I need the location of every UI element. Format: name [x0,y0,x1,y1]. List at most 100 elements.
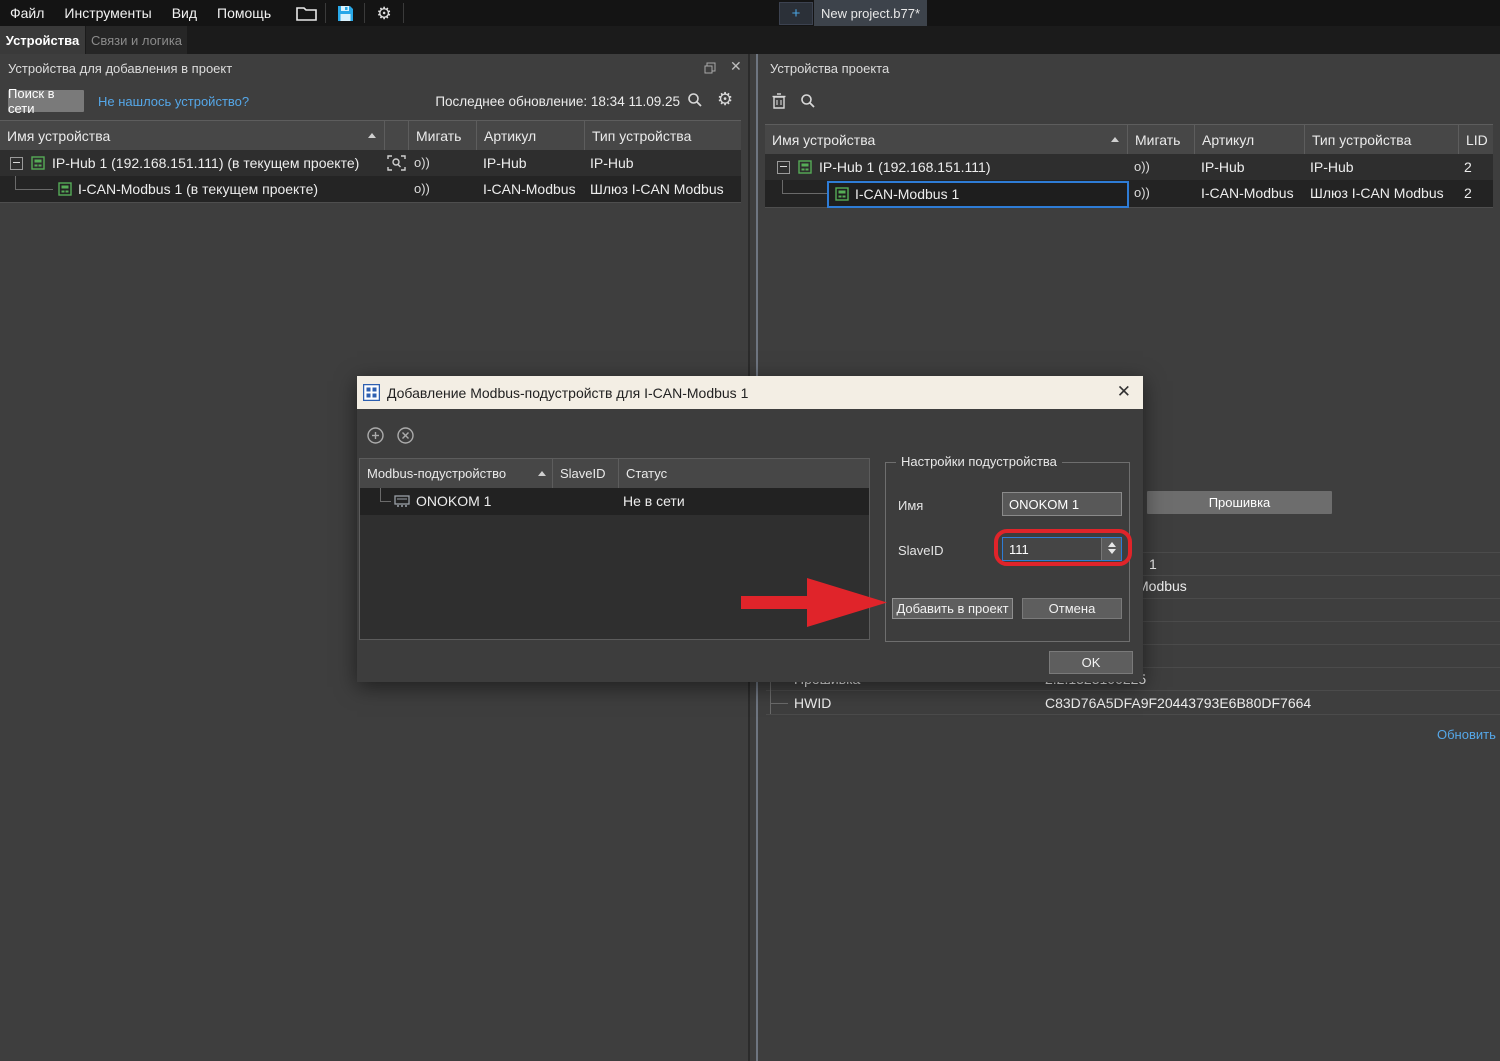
subdevice-table: Modbus-подустройство SlaveID Статус ONOK… [359,458,870,640]
article-label: IP-Hub [483,155,527,171]
group-title: Настройки подустройства [896,454,1062,469]
lid-label: 2 [1464,185,1472,201]
menubar-separator [403,3,404,23]
ok-button[interactable]: OK [1049,651,1133,674]
slaveid-spinner[interactable] [1101,537,1122,561]
property-value: C83D76A5DFA9F20443793E6B80DF7664 [1045,695,1311,711]
save-button[interactable] [328,0,362,26]
subdevice-icon [394,495,410,508]
column-header-status[interactable]: Статус [619,459,869,488]
device-name-label: I-CAN-Modbus 1 (в текущем проекте) [78,181,318,197]
column-header-article[interactable]: Артикул [1195,125,1305,155]
tab-links-logic[interactable]: Связи и логика [86,26,187,54]
tab-devices[interactable]: Устройства [0,26,85,54]
table-row[interactable]: I-CAN-Modbus 1 (в текущем проекте) o)) I… [0,176,741,203]
menu-help[interactable]: Помощь [207,0,281,26]
tree-guide [380,501,391,502]
subdevice-settings-group: Настройки подустройства Имя SlaveID Доба… [885,462,1130,642]
firmware-button[interactable]: Прошивка [1147,491,1332,514]
column-header-type[interactable]: Тип устройства [585,121,741,151]
dialog-app-icon [363,384,380,401]
column-header-blink[interactable]: Мигать [1128,125,1195,155]
menubar: Файл Инструменты Вид Помощь ⚙ [0,0,1500,26]
close-panel-icon[interactable]: ✕ [730,58,742,75]
subdevice-name-label: ONOKOM 1 [416,493,491,509]
folder-icon [296,6,317,21]
lid-label: 2 [1464,159,1472,175]
left-panel-title: Устройства для добавления в проект [8,61,232,76]
blink-icon[interactable]: o)) [414,155,430,170]
menu-view[interactable]: Вид [162,0,207,26]
delete-device-icon[interactable] [772,93,786,109]
sort-ascending-icon [538,471,546,476]
column-header-blink[interactable]: Мигать [409,121,477,151]
table-row[interactable]: IP-Hub 1 (192.168.151.111) o)) IP-Hub IP… [765,154,1493,180]
gear-icon: ⚙ [377,5,392,22]
tree-guide [782,180,783,193]
new-project-tab-button[interactable]: + [779,2,813,25]
right-panel-title: Устройства проекта [770,61,889,76]
column-header-type[interactable]: Тип устройства [1305,125,1459,155]
column-header-lid[interactable]: LID [1459,125,1493,155]
right-table-header: Имя устройства Мигать Артикул Тип устрой… [765,124,1493,156]
column-header-blank[interactable] [385,121,409,151]
subdevice-table-header: Modbus-подустройство SlaveID Статус [360,459,869,489]
article-label: I-CAN-Modbus [1201,185,1294,201]
subdevice-status-label: Не в сети [623,493,685,509]
tree-guide [15,176,16,189]
dialog-close-icon[interactable]: ✕ [1117,382,1131,402]
sort-ascending-icon [1111,137,1119,142]
column-header-modbus-subdevice[interactable]: Modbus-подустройство [360,459,553,488]
left-table-header: Имя устройства Мигать Артикул Тип устрой… [0,120,741,152]
device-icon [835,187,849,201]
tree-guide [770,703,788,704]
blink-icon[interactable]: o)) [1134,159,1150,174]
dialog-titlebar[interactable]: Добавление Modbus-подустройств для I-CAN… [357,376,1143,409]
grid-line [766,714,1500,715]
subdevice-name-input[interactable] [1002,492,1122,516]
device-not-found-link[interactable]: Не нашлось устройство? [98,94,249,109]
device-name-label: IP-Hub 1 (192.168.151.111) (в текущем пр… [52,155,359,171]
panel-gear-icon[interactable]: ⚙ [717,89,733,110]
search-network-button[interactable]: Поиск в сети [8,90,84,112]
column-header-device-name[interactable]: Имя устройства [765,125,1128,155]
tree-guide [15,189,53,190]
remove-subdevice-icon[interactable] [397,427,414,444]
table-row[interactable]: IP-Hub 1 (192.168.151.111) (в текущем пр… [0,150,741,176]
table-row-selected[interactable]: I-CAN-Modbus 1 o)) I-CAN-Modbus Шлюз I-C… [765,180,1493,208]
collapse-expander-icon[interactable] [777,161,790,174]
view-tabstrip: Устройства Связи и логика [0,26,1500,54]
slaveid-field-label: SlaveID [898,543,944,558]
search-icon[interactable] [687,92,703,108]
menu-tools[interactable]: Инструменты [54,0,161,26]
settings-button[interactable]: ⚙ [367,0,401,26]
sort-ascending-icon [368,133,376,138]
device-icon [31,156,45,170]
spinner-down-icon[interactable] [1108,549,1116,554]
add-subdevice-icon[interactable] [367,427,384,444]
blink-icon[interactable]: o)) [414,181,430,196]
column-header-article[interactable]: Артикул [477,121,585,151]
slaveid-input[interactable] [1002,537,1101,561]
search-icon[interactable] [800,93,816,109]
last-update-label: Последнее обновление: 18:34 11.09.25 [240,94,680,109]
device-icon [798,160,812,174]
spinner-up-icon[interactable] [1108,542,1116,547]
type-label: IP-Hub [590,155,634,171]
menu-file[interactable]: Файл [0,0,54,26]
tree-guide [782,193,827,194]
refresh-link[interactable]: Обновить [1437,727,1496,742]
float-window-icon[interactable] [704,62,716,74]
scan-device-icon[interactable] [387,155,406,171]
grid-line [766,690,1500,691]
collapse-expander-icon[interactable] [10,157,23,170]
blink-icon[interactable]: o)) [1134,185,1150,200]
subdevice-row[interactable]: ONOKOM 1 Не в сети [360,488,869,515]
cancel-button[interactable]: Отмена [1022,598,1122,619]
column-header-slaveid[interactable]: SlaveID [553,459,619,488]
column-header-device-name[interactable]: Имя устройства [0,121,385,151]
app-window: Файл Инструменты Вид Помощь ⚙ + New proj… [0,0,1500,1061]
add-to-project-button[interactable]: Добавить в проект [892,598,1013,619]
project-tab[interactable]: New project.b77* [814,0,927,26]
open-folder-button[interactable] [289,0,323,26]
